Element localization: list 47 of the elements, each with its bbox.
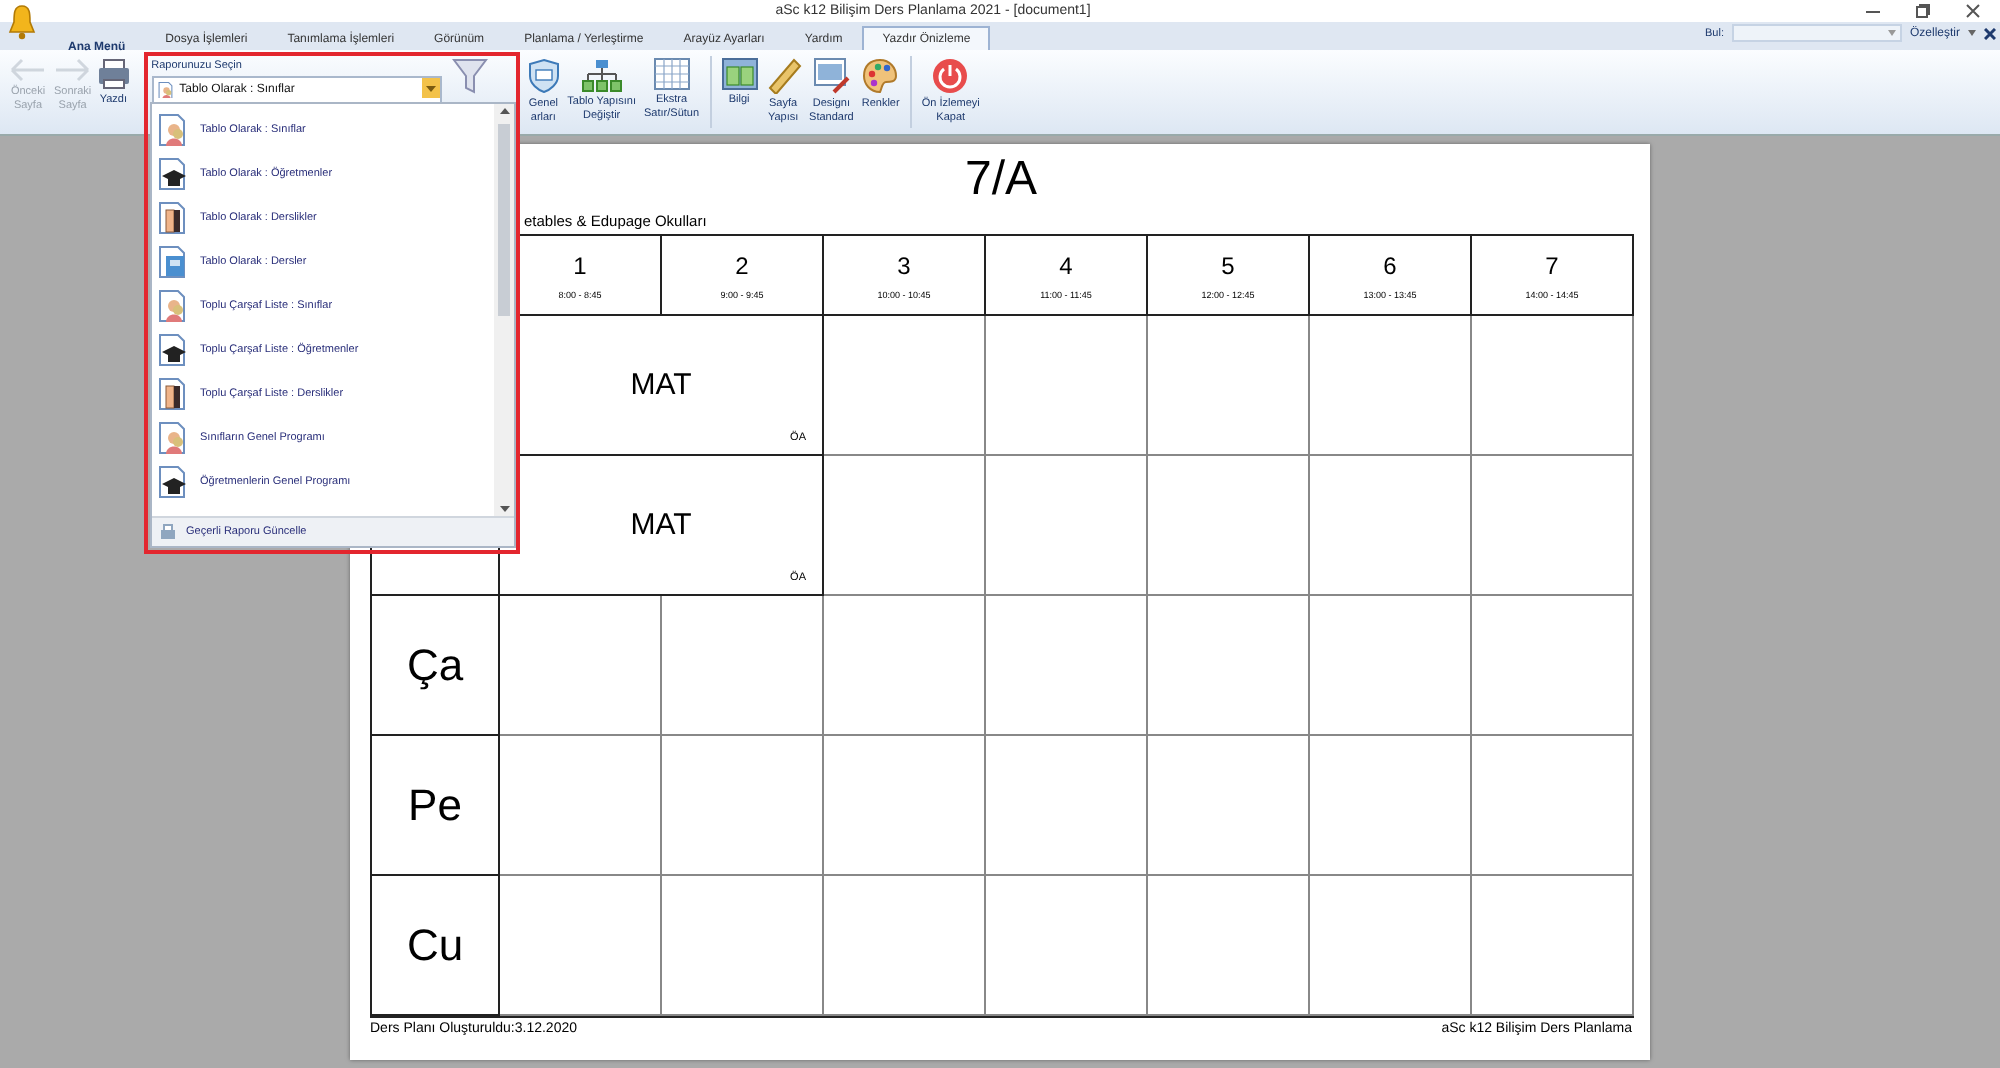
subject-label: MAT (630, 368, 692, 402)
right-arrow-icon (54, 58, 91, 82)
power-icon (932, 58, 969, 94)
timetable-title: 7/A (962, 150, 1040, 210)
printer-icon (160, 524, 176, 540)
caret-icon[interactable] (425, 85, 436, 91)
shield-icon (527, 58, 560, 94)
period-number: 2 (735, 251, 749, 279)
period-number: 3 (897, 251, 911, 279)
picture-edit-icon (813, 58, 850, 94)
find-field[interactable] (1731, 24, 1902, 42)
close-icon[interactable] (1966, 4, 1980, 18)
table-grid-icon (653, 58, 690, 90)
scroll-down-icon[interactable] (499, 506, 509, 512)
scrollbar[interactable] (494, 104, 514, 516)
close-icon[interactable] (1984, 27, 1996, 39)
graduation-cap-icon (158, 334, 188, 366)
graduation-cap-icon (158, 466, 188, 498)
door-icon (158, 202, 188, 234)
period-number: 6 (1383, 251, 1397, 279)
book-icon (158, 246, 188, 278)
door-icon (158, 378, 188, 410)
period-number: 4 (1059, 251, 1073, 279)
students-icon (158, 290, 188, 322)
period-number: 7 (1545, 251, 1559, 279)
caret-icon[interactable] (1968, 30, 1976, 36)
subject-label: MAT (630, 508, 692, 542)
students-icon (158, 422, 188, 454)
graduation-cap-icon (158, 158, 188, 190)
hierarchy-icon (581, 58, 622, 92)
ruler-icon (765, 58, 802, 94)
period-number: 1 (573, 251, 587, 279)
layout-icon (721, 58, 758, 90)
day-label: Ça (372, 596, 500, 736)
dropdown-icon[interactable] (1887, 30, 1896, 36)
printer-icon (97, 58, 130, 90)
restore-icon[interactable] (1916, 4, 1930, 18)
palette-icon (862, 58, 899, 94)
students-icon (157, 81, 174, 99)
day-label: Pe (372, 736, 500, 876)
day-label: Cu (372, 876, 500, 1016)
students-icon (158, 114, 188, 146)
scroll-up-icon[interactable] (499, 108, 509, 114)
left-arrow-icon (10, 58, 46, 82)
bell-icon (8, 4, 36, 40)
filter-icon (451, 58, 488, 94)
period-number: 5 (1221, 251, 1235, 279)
